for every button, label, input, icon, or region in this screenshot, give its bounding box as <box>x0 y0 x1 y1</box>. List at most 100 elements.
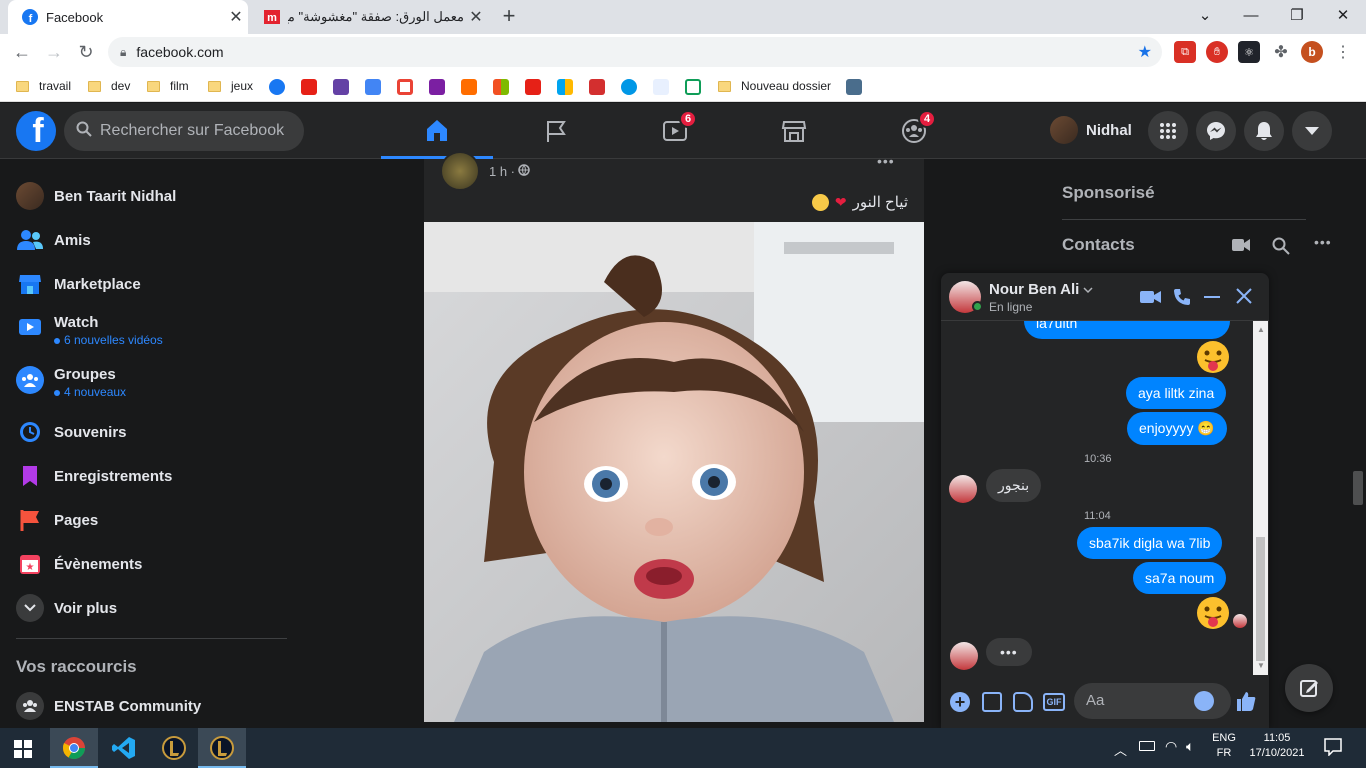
post-timestamp[interactable]: 1 h · <box>489 164 530 179</box>
notifications-button[interactable] <box>1244 111 1284 151</box>
mail-bookmark-icon[interactable] <box>429 79 445 95</box>
back-icon[interactable]: ← <box>8 38 36 66</box>
sidebar-item-souvenirs[interactable]: Souvenirs <box>16 418 127 446</box>
microsoft-bookmark-icon[interactable] <box>493 79 509 95</box>
tab-facebook[interactable]: f Facebook ✕ <box>8 0 248 34</box>
clock[interactable]: 11:05 17/10/2021 <box>1244 732 1310 759</box>
bookmark-folder-dev[interactable]: dev <box>88 76 130 96</box>
pdf-extension-icon[interactable]: ⧉ <box>1174 41 1196 63</box>
site-bookmark-icon[interactable] <box>846 79 862 95</box>
taskbar-league-client[interactable] <box>198 728 246 768</box>
new-tab-button[interactable]: + <box>497 4 521 28</box>
bookmark-folder-jeux[interactable]: jeux <box>208 76 253 96</box>
minimize-window-button[interactable]: — <box>1228 0 1274 30</box>
volume-icon[interactable]: 🔈︎ <box>1186 738 1194 755</box>
google-bookmark-icon[interactable] <box>397 79 413 95</box>
scroll-down-icon[interactable]: ▼ <box>1257 661 1265 670</box>
minimize-chat-icon[interactable] <box>1204 296 1220 298</box>
reload-icon[interactable]: ↻ <box>72 38 100 66</box>
menu-grid-button[interactable] <box>1148 111 1188 151</box>
new-room-icon[interactable] <box>1232 237 1250 258</box>
new-message-button[interactable] <box>1285 664 1333 712</box>
messenger-button[interactable] <box>1196 111 1236 151</box>
sidebar-item-amis[interactable]: Amis <box>16 226 91 254</box>
wifi-icon[interactable]: ◠ <box>1165 738 1177 755</box>
sticker-icon[interactable] <box>1013 692 1033 712</box>
close-tab-icon[interactable]: ✕ <box>224 7 248 27</box>
twitch-bookmark-icon[interactable] <box>333 79 349 95</box>
taskbar-chrome[interactable] <box>50 728 98 768</box>
youtube-bookmark-icon[interactable] <box>301 79 317 95</box>
taskbar-vscode[interactable] <box>100 728 148 768</box>
notification-center-icon[interactable] <box>1324 738 1342 761</box>
taskbar-league[interactable] <box>150 728 198 768</box>
profile-shortcut[interactable]: Nidhal <box>1050 116 1132 144</box>
facebook-logo-icon[interactable]: f <box>16 111 56 151</box>
post-author-avatar[interactable] <box>440 151 480 191</box>
sidebar-item-groupes[interactable]: Groupes 4 nouveaux <box>16 366 126 399</box>
maximize-window-button[interactable]: ❐ <box>1274 0 1320 30</box>
site-bookmark-icon[interactable] <box>653 79 669 95</box>
thumbs-up-icon[interactable] <box>1235 690 1257 717</box>
sidebar-item-enregistrements[interactable]: Enregistrements <box>16 462 172 490</box>
post-photo[interactable] <box>424 222 924 722</box>
tab-news[interactable]: m معمل الورق: صفقة "مغشوشة" مع ✕ <box>250 0 488 34</box>
close-chat-icon[interactable] <box>1235 287 1253 310</box>
groups-nav-tab[interactable]: 4 <box>858 103 970 159</box>
bookmark-folder-film[interactable]: film <box>147 76 189 96</box>
sidebar-item-profile[interactable]: Ben Taarit Nidhal <box>16 182 176 210</box>
post-more-options-icon[interactable]: ••• <box>877 153 895 169</box>
contacts-options-icon[interactable]: ••• <box>1314 234 1332 250</box>
scroll-up-icon[interactable]: ▲ <box>1257 325 1265 334</box>
sidebar-item-evenements[interactable]: ★ Évènements <box>16 550 142 578</box>
marketplace-nav-tab[interactable] <box>738 103 850 159</box>
chat-scrollbar[interactable]: ▲ ▼ <box>1253 321 1268 675</box>
emoji-icon[interactable] <box>1194 691 1214 711</box>
extensions-puzzle-icon[interactable]: ✤ <box>1270 41 1292 63</box>
watch-nav-tab[interactable]: 6 <box>619 103 731 159</box>
phone-call-icon[interactable] <box>1173 288 1191 311</box>
account-menu-button[interactable] <box>1292 111 1332 151</box>
sidebar-item-watch[interactable]: Watch 6 nouvelles vidéos <box>16 314 163 347</box>
facebook-bookmark-icon[interactable] <box>269 79 285 95</box>
bookmark-folder-travail[interactable]: travail <box>16 76 71 96</box>
forward-icon[interactable]: → <box>40 38 68 66</box>
video-call-icon[interactable] <box>1140 289 1162 310</box>
web-bookmark-icon[interactable] <box>621 79 637 95</box>
chat-scrollbar-thumb[interactable] <box>1256 537 1265 661</box>
chrome-menu-icon[interactable]: ⋮ <box>1332 41 1354 63</box>
news-bookmark-icon[interactable] <box>589 79 605 95</box>
react-devtools-icon[interactable]: ⚛ <box>1238 41 1260 63</box>
scrollbar-thumb[interactable] <box>1353 471 1363 505</box>
bookmark-folder-nouveau-dossier[interactable]: Nouveau dossier <box>718 76 831 96</box>
microsoft-bookmark-icon[interactable] <box>557 79 573 95</box>
youtube-bookmark-icon[interactable] <box>525 79 541 95</box>
pages-nav-tab[interactable] <box>500 103 612 159</box>
tab-search-icon[interactable]: ⌄ <box>1182 0 1228 30</box>
sheets-bookmark-icon[interactable] <box>685 79 701 95</box>
windows-start-icon[interactable] <box>14 740 32 763</box>
page-scrollbar[interactable] <box>1350 159 1366 728</box>
translate-bookmark-icon[interactable] <box>365 79 381 95</box>
close-window-button[interactable]: ✕ <box>1320 0 1366 30</box>
facebook-search-input[interactable]: Rechercher sur Facebook <box>64 111 304 151</box>
shortcut-enstab-community[interactable]: ENSTAB Community <box>16 692 201 720</box>
sidebar-item-voir-plus[interactable]: Voir plus <box>16 594 117 622</box>
chat-contact-name[interactable]: Nour Ben Ali <box>989 281 1093 298</box>
close-tab-icon[interactable]: ✕ <box>464 7 488 27</box>
address-bar[interactable]: 🔒︎ facebook.com ★ <box>108 37 1162 67</box>
show-hidden-icons[interactable]: ︿ <box>1114 740 1127 759</box>
sidebar-item-pages[interactable]: Pages <box>16 506 98 534</box>
profile-avatar[interactable]: b <box>1301 41 1323 63</box>
language-indicator[interactable]: ENG FR <box>1212 732 1236 759</box>
bookmark-star-icon[interactable]: ★ <box>1138 42 1152 62</box>
home-nav-tab[interactable] <box>381 103 493 159</box>
contacts-search-icon[interactable] <box>1272 237 1290 260</box>
plus-icon[interactable]: + <box>950 692 970 712</box>
battery-icon[interactable] <box>1139 741 1155 751</box>
image-icon[interactable] <box>982 692 1002 712</box>
adblock-extension-icon[interactable]: ✋︎ <box>1206 41 1228 63</box>
sidebar-item-marketplace[interactable]: Marketplace <box>16 270 141 298</box>
gif-icon[interactable]: GIF <box>1043 693 1065 711</box>
soundcloud-bookmark-icon[interactable] <box>461 79 477 95</box>
